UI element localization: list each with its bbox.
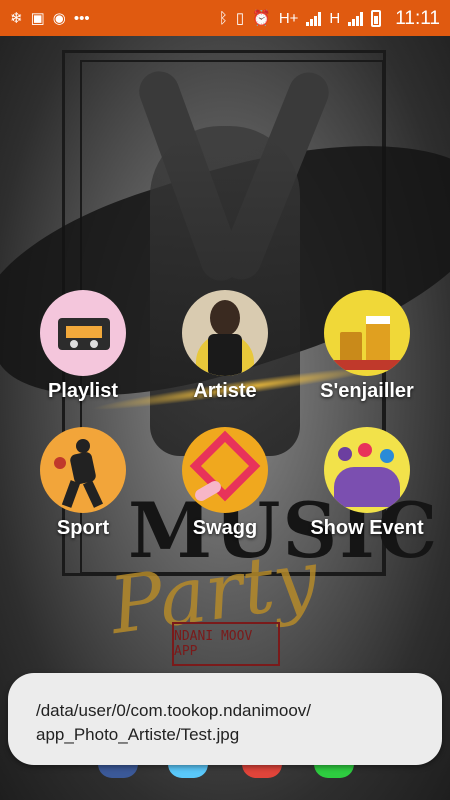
toast-line-2: app_Photo_Artiste/Test.jpg [36, 725, 240, 744]
menu-label: Show Event [310, 517, 424, 539]
signal-icon [348, 11, 364, 26]
signal-icon [306, 11, 322, 26]
status-bar: ❄ ▣ ◉ ••• ᛒ ▯ ⏰ H+ H 11:11 [0, 0, 450, 36]
drinks-icon [324, 290, 410, 376]
network-type-1: H+ [278, 9, 299, 27]
alarm-icon: ⏰ [252, 9, 271, 27]
menu-label: Artiste [193, 380, 257, 402]
app-stamp: NDANI MOOV APP [172, 622, 280, 666]
bluetooth-icon: ᛒ [218, 9, 228, 27]
menu-item-senjailler[interactable]: S'enjailler [297, 290, 437, 403]
menu-item-artiste[interactable]: Artiste [155, 290, 295, 403]
menu-item-swagg[interactable]: Swagg [155, 427, 295, 540]
status-time: 11:11 [395, 7, 440, 29]
battery-icon [371, 9, 382, 27]
menu-label: S'enjailler [320, 380, 414, 402]
artiste-icon [182, 290, 268, 376]
chrome-icon: ◉ [52, 9, 66, 27]
snowflake-icon: ❄ [10, 9, 23, 27]
event-icon [324, 427, 410, 513]
more-icon: ••• [73, 9, 90, 27]
gallery-icon: ▣ [30, 9, 45, 27]
menu-item-show-event[interactable]: Show Event [297, 427, 437, 540]
toast-message: /data/user/0/com.tookop.ndanimoov/ app_P… [8, 673, 442, 765]
sport-icon [40, 427, 126, 513]
swagg-icon [182, 427, 268, 513]
menu-item-playlist[interactable]: Playlist [13, 290, 153, 403]
toast-line-1: /data/user/0/com.tookop.ndanimoov/ [36, 701, 311, 720]
menu-label: Swagg [192, 517, 258, 539]
vibrate-icon: ▯ [235, 9, 245, 27]
network-type-2: H [329, 9, 341, 27]
menu-label: Playlist [47, 380, 119, 402]
playlist-icon [40, 290, 126, 376]
menu-item-sport[interactable]: Sport [13, 427, 153, 540]
menu-label: Sport [56, 517, 110, 539]
